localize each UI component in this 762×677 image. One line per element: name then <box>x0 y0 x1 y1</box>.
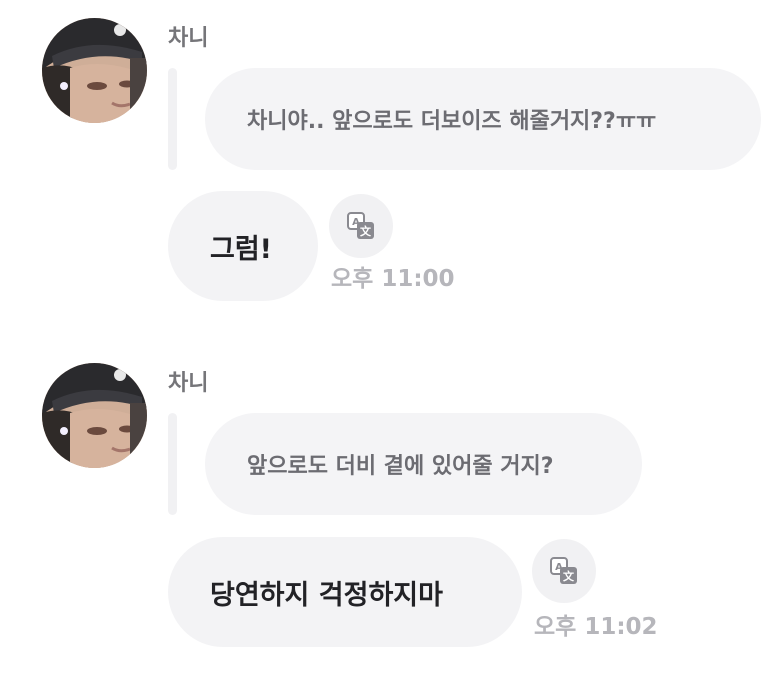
avatar[interactable] <box>42 18 147 123</box>
quoted-message-text: 차니야.. 앞으로도 더보이즈 해줄거지??ㅠㅠ <box>247 109 657 134</box>
quote-indicator-bar <box>168 68 177 170</box>
avatar-photo <box>42 363 147 468</box>
avatar-photo <box>42 18 147 123</box>
reply-message-bubble[interactable]: 그럼! <box>168 191 318 301</box>
sender-name: 차니 <box>168 26 209 51</box>
avatar[interactable] <box>42 363 147 468</box>
translate-icon: A 文 <box>550 557 577 584</box>
quoted-message-text: 앞으로도 더비 곁에 있어줄 거지? <box>247 454 554 479</box>
quoted-message-bubble[interactable]: 앞으로도 더비 곁에 있어줄 거지? <box>205 413 642 515</box>
sender-name: 차니 <box>168 371 209 396</box>
translate-icon: A 文 <box>347 212 374 239</box>
message-timestamp: 오후 11:02 <box>534 614 658 640</box>
reply-message-text: 당연하지 걱정하지마 <box>210 579 443 611</box>
reply-message-text: 그럼! <box>210 233 272 265</box>
translate-button[interactable]: A 文 <box>532 539 596 603</box>
svg-text:文: 文 <box>360 224 372 238</box>
reply-message-bubble[interactable]: 당연하지 걱정하지마 <box>168 537 522 647</box>
svg-text:文: 文 <box>563 569 575 583</box>
quote-indicator-bar <box>168 413 177 515</box>
message-timestamp: 오후 11:00 <box>331 266 455 292</box>
translate-button[interactable]: A 文 <box>329 194 393 258</box>
quoted-message-bubble[interactable]: 차니야.. 앞으로도 더보이즈 해줄거지??ㅠㅠ <box>205 68 761 170</box>
